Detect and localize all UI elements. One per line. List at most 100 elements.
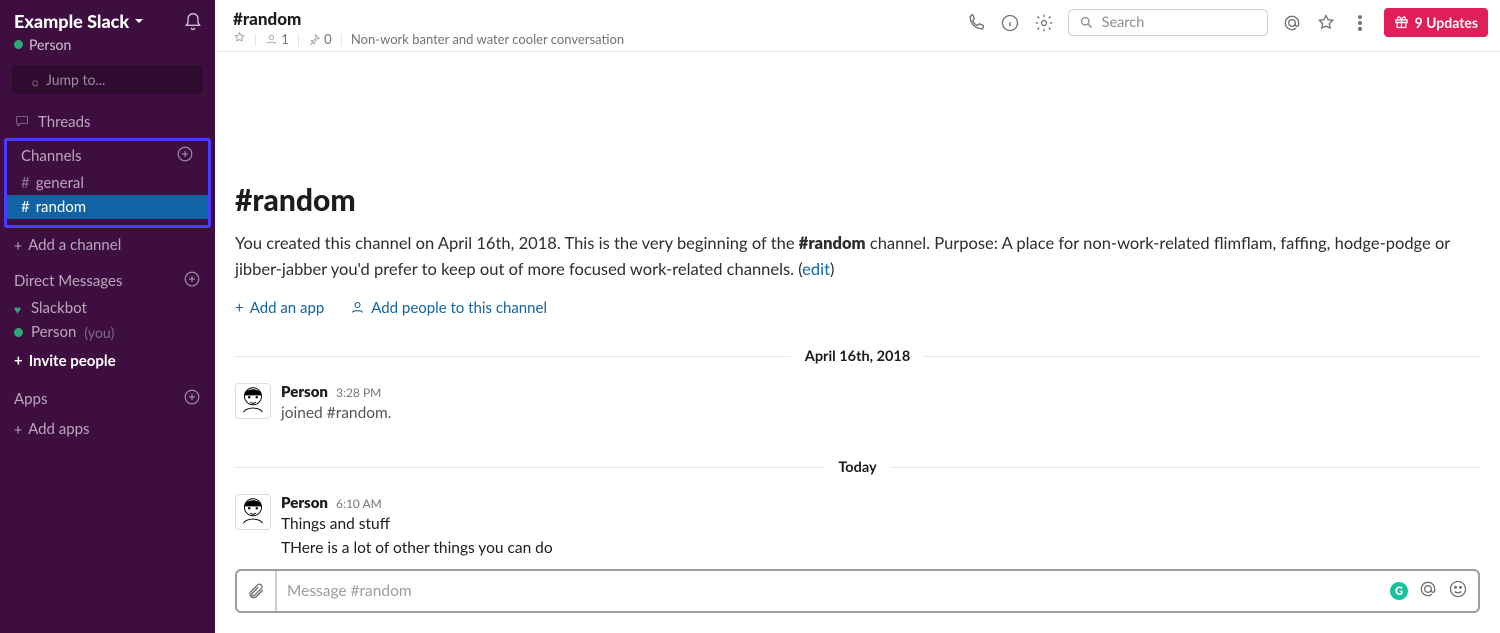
channel-settings-button[interactable] xyxy=(1034,13,1054,33)
jump-to-input[interactable]: Jump to... xyxy=(12,65,203,94)
chevron-down-icon xyxy=(133,15,145,27)
intro-title: #random xyxy=(235,182,1475,218)
channels-section-highlight: Channels # general # random xyxy=(4,138,211,228)
updates-button[interactable]: 9 Updates xyxy=(1384,8,1488,37)
channel-item-general[interactable]: # general xyxy=(7,171,208,195)
topbar: #random | 1 | 0 | Non-work banter and wa… xyxy=(215,0,1500,52)
channel-title[interactable]: #random xyxy=(233,8,624,29)
search-placeholder: Search xyxy=(1102,14,1145,31)
jump-to-placeholder: Jump to... xyxy=(46,71,105,88)
message-text: joined #random. xyxy=(281,402,391,424)
more-button[interactable] xyxy=(1350,13,1370,33)
plus-icon: + xyxy=(14,352,23,370)
notifications-button[interactable] xyxy=(183,12,203,36)
avatar[interactable] xyxy=(235,383,271,419)
channels-header[interactable]: Channels xyxy=(21,147,82,165)
dm-label: Slackbot xyxy=(31,299,87,317)
member-count[interactable]: 1 xyxy=(265,31,289,47)
mention-button[interactable] xyxy=(1418,579,1438,603)
more-vertical-icon xyxy=(1350,13,1370,33)
threads-link[interactable]: Threads xyxy=(0,108,215,136)
search-input[interactable]: Search xyxy=(1068,9,1268,36)
workspace-switcher[interactable]: Example Slack xyxy=(14,10,145,32)
heart-icon: ♥ xyxy=(14,304,23,313)
gift-icon xyxy=(1394,15,1409,30)
plus-circle-icon xyxy=(183,270,201,288)
main: #random | 1 | 0 | Non-work banter and wa… xyxy=(215,0,1500,633)
person-icon xyxy=(350,300,365,315)
paperclip-icon xyxy=(247,582,265,600)
add-channel-icon-button[interactable] xyxy=(176,145,194,167)
channel-details-button[interactable] xyxy=(1000,13,1020,33)
composer-input[interactable] xyxy=(287,582,1380,600)
gear-icon xyxy=(1034,13,1054,33)
channel-label: general xyxy=(36,174,84,192)
plus-circle-icon xyxy=(176,145,194,163)
intro-text: You created this channel on April 16th, … xyxy=(235,230,1475,283)
dm-suffix: (you) xyxy=(84,324,114,341)
avatar-icon xyxy=(236,383,270,419)
channel-topic[interactable]: Non-work banter and water cooler convers… xyxy=(351,31,624,47)
edit-purpose-link[interactable]: edit xyxy=(802,259,830,279)
channel-label: random xyxy=(36,198,86,216)
add-people-link[interactable]: Add people to this channel xyxy=(350,299,547,317)
dm-label: Person xyxy=(31,323,76,341)
add-channel-label: Add a channel xyxy=(28,236,121,254)
hash-icon: # xyxy=(21,174,30,192)
plus-icon: + xyxy=(14,237,22,254)
message-author[interactable]: Person xyxy=(281,494,328,512)
new-dm-button[interactable] xyxy=(183,270,201,292)
star-channel-button[interactable] xyxy=(233,31,246,47)
message-text: THere is a lot of other things you can d… xyxy=(281,537,553,559)
updates-label: 9 Updates xyxy=(1415,14,1478,31)
presence-dot-icon xyxy=(14,328,23,337)
at-icon xyxy=(1418,579,1438,599)
avatar[interactable] xyxy=(235,494,271,530)
message-time[interactable]: 3:28 PM xyxy=(336,385,381,400)
plus-icon: + xyxy=(14,421,22,438)
add-channel-link[interactable]: + Add a channel xyxy=(0,230,215,260)
add-apps-label: Add apps xyxy=(28,420,89,438)
hash-icon: # xyxy=(21,198,30,216)
add-app-link[interactable]: + Add an app xyxy=(235,299,324,317)
message-author[interactable]: Person xyxy=(281,383,328,401)
search-icon xyxy=(1079,15,1094,30)
star-icon xyxy=(233,31,246,44)
message-text: Things and stuff xyxy=(281,513,553,535)
message-composer[interactable]: G xyxy=(235,569,1480,613)
mentions-button[interactable] xyxy=(1282,13,1302,33)
add-apps-link[interactable]: + Add apps xyxy=(0,414,215,444)
pin-count[interactable]: 0 xyxy=(308,31,332,47)
message-row[interactable]: Person 3:28 PM joined #random. xyxy=(235,379,1480,428)
add-app-icon-button[interactable] xyxy=(183,388,201,410)
grammarly-icon[interactable]: G xyxy=(1390,582,1408,600)
emoji-button[interactable] xyxy=(1448,579,1468,603)
invite-people-link[interactable]: + Invite people xyxy=(0,344,215,378)
smile-icon xyxy=(1448,579,1468,599)
call-button[interactable] xyxy=(966,13,986,33)
channel-item-random[interactable]: # random xyxy=(7,195,208,219)
channel-intro: #random You created this channel on Apri… xyxy=(235,182,1475,317)
jump-icon xyxy=(22,73,38,87)
presence-dot-icon xyxy=(14,40,23,49)
message-time[interactable]: 6:10 AM xyxy=(336,496,382,511)
apps-header[interactable]: Apps xyxy=(14,390,47,408)
star-button[interactable] xyxy=(1316,13,1336,33)
workspace-name: Example Slack xyxy=(14,10,129,32)
threads-label: Threads xyxy=(38,113,91,131)
message-scroll[interactable]: #random You created this channel on Apri… xyxy=(215,52,1500,569)
dm-header[interactable]: Direct Messages xyxy=(14,272,122,290)
threads-icon xyxy=(14,114,30,130)
phone-icon xyxy=(966,13,986,33)
dm-item-self[interactable]: Person (you) xyxy=(0,320,215,344)
dm-item-slackbot[interactable]: ♥ Slackbot xyxy=(0,296,215,320)
current-user[interactable]: Person xyxy=(14,36,145,53)
invite-label: Invite people xyxy=(29,352,116,370)
sidebar: Example Slack Person Jump to... Threads … xyxy=(0,0,215,633)
at-icon xyxy=(1282,13,1302,33)
info-icon xyxy=(1000,13,1020,33)
message-row[interactable]: Person 6:10 AM Things and stuff THere is… xyxy=(235,490,1480,563)
attach-button[interactable] xyxy=(247,571,277,611)
avatar-icon xyxy=(236,494,270,530)
date-divider: April 16th, 2018 xyxy=(235,347,1480,365)
